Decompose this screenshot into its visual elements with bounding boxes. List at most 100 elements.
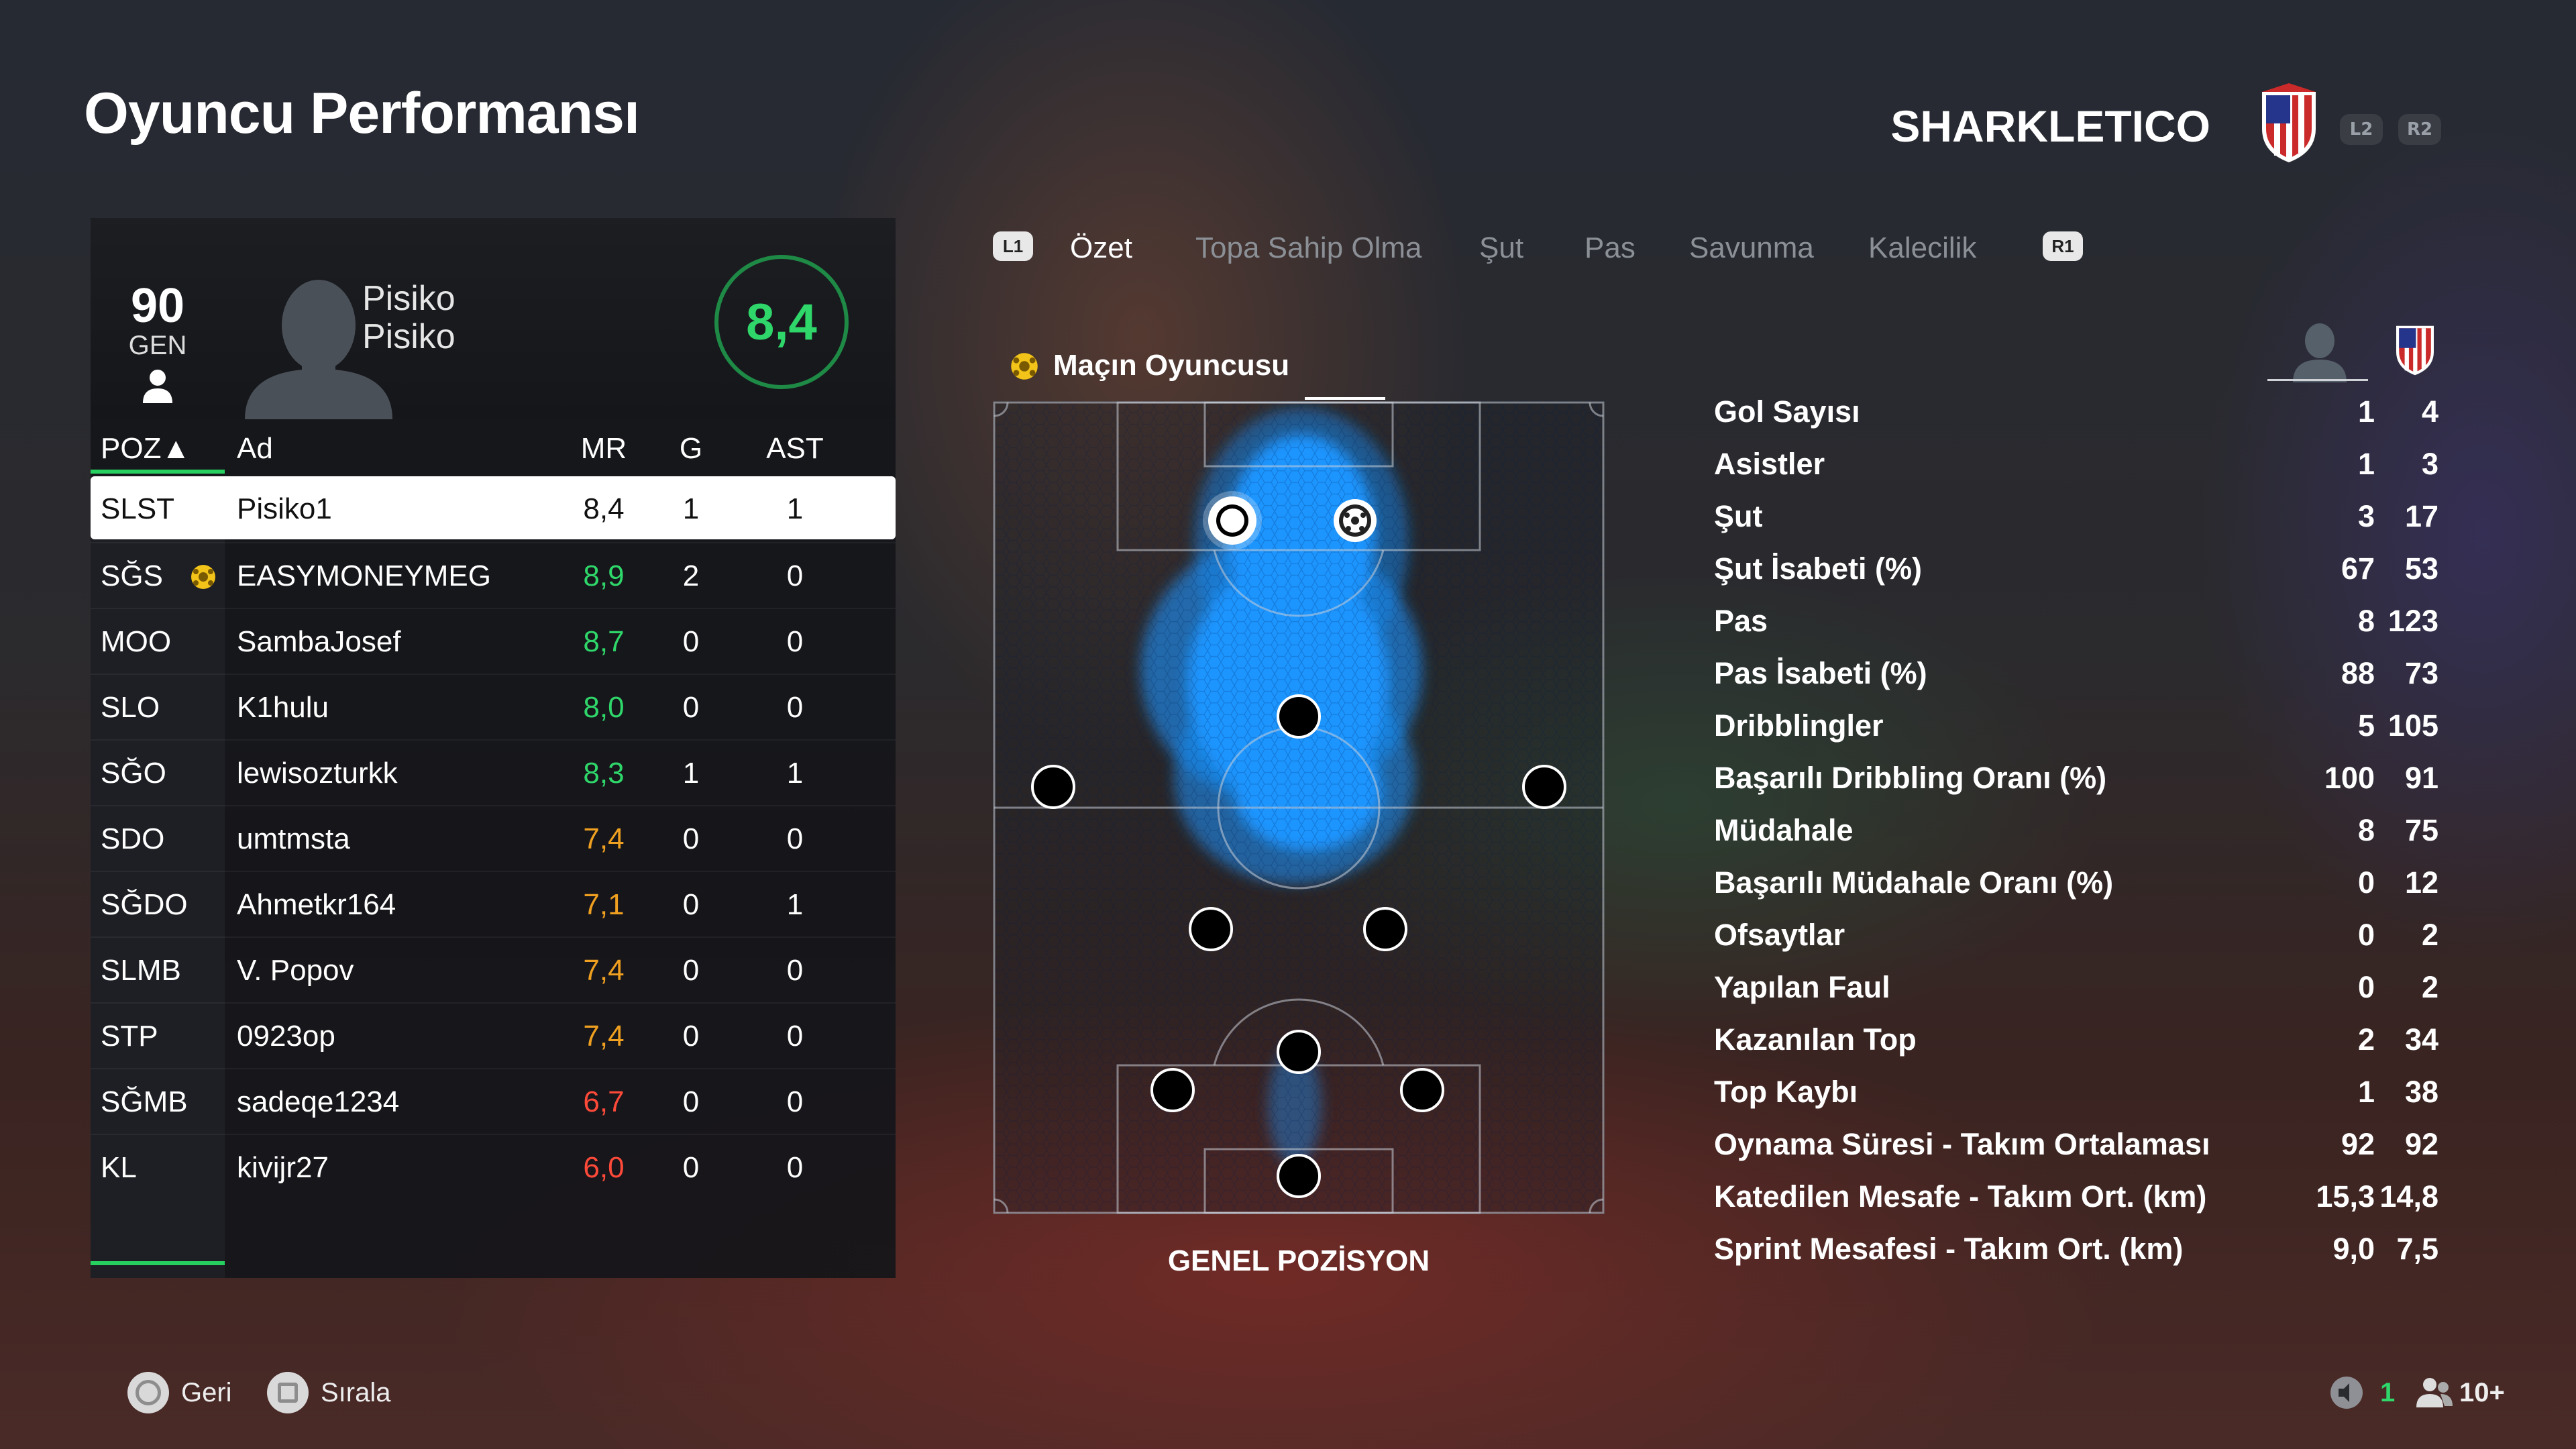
stat-team-value: 7,5: [2396, 1232, 2438, 1266]
sort-button[interactable]: Sırala: [267, 1372, 391, 1413]
stat-team-value: 38: [2404, 1075, 2438, 1109]
assists-cell: 0: [786, 559, 804, 592]
rating-cell: 7,4: [583, 954, 625, 987]
motm-label: Maçın Oyuncusu: [1053, 349, 1290, 382]
table-row[interactable]: KL kivijr27 6,0 0 0: [91, 1134, 896, 1199]
stat-player-value: 0: [2357, 918, 2375, 952]
assists-cell: 0: [786, 1085, 804, 1118]
team-name: SHARKLETICO: [1890, 101, 2210, 151]
table-row[interactable]: MOO SambaJosef 8,7 0 0: [91, 608, 896, 674]
player-table-body: SLST Pisiko1 8,4 1 1 SĞS EASYMONEYMEG 8,9 2 0 MOO S…: [91, 476, 896, 1199]
stat-label: Sprint Mesafesi - Takım Ort. (km): [1714, 1232, 2184, 1266]
table-row[interactable]: SDO umtmsta 7,4 0 0: [91, 805, 896, 871]
stats-header-underline: [2267, 379, 2368, 381]
assists-cell: 1: [786, 757, 804, 790]
position-cell: SĞS: [101, 559, 163, 592]
assists-cell: 1: [786, 888, 804, 921]
table-row[interactable]: SĞO lewisozturkk 8,3 1 1: [91, 739, 896, 805]
stat-team-value: 73: [2404, 656, 2438, 690]
stat-label: Başarılı Dribbling Oranı (%): [1714, 761, 2107, 795]
teammate-marker: [1189, 907, 1233, 951]
tab-1[interactable]: Topa Sahip Olma: [1195, 231, 1422, 265]
assists-cell: 0: [786, 1020, 804, 1053]
table-row[interactable]: SĞS EASYMONEYMEG 8,9 2 0: [91, 542, 896, 608]
player-count-label: 10+: [2459, 1377, 2505, 1407]
column-header-ast[interactable]: AST: [755, 432, 835, 466]
table-row[interactable]: SĞDO Ahmetkr164 7,1 0 1: [91, 871, 896, 936]
goals-cell: 0: [682, 625, 700, 658]
stat-player-value: 0: [2357, 970, 2375, 1004]
rating-cell: 6,0: [583, 1151, 625, 1184]
rating-cell: 7,4: [583, 1020, 625, 1053]
l2-button[interactable]: L2: [2340, 114, 2383, 145]
table-row[interactable]: STP 0923op 7,4 0 0: [91, 1002, 896, 1068]
match-rating-circle: 8,4: [714, 255, 849, 389]
r2-button[interactable]: R2: [2398, 114, 2441, 145]
stat-row: Asistler 1 3: [1714, 440, 2438, 492]
team-crest-icon: [2262, 83, 2316, 162]
tab-0[interactable]: Özet: [1070, 231, 1132, 265]
overall-rating: 90: [130, 279, 185, 333]
stat-team-value: 17: [2404, 499, 2438, 533]
player-count: 10+: [2414, 1374, 2505, 1411]
tab-4[interactable]: Savunma: [1689, 231, 1814, 265]
stat-player-value: 100: [2324, 761, 2375, 795]
person-icon: [143, 370, 172, 403]
stat-player-value: 1: [2357, 394, 2375, 429]
position-cell: SLO: [101, 691, 160, 724]
table-row[interactable]: SLO K1hulu 8,0 0 0: [91, 674, 896, 739]
back-label: Geri: [181, 1377, 232, 1407]
teammate-marker: [1522, 765, 1566, 809]
rating-cell: 8,9: [583, 559, 625, 592]
assists-cell: 0: [786, 822, 804, 855]
stat-row: Yapılan Faul 0 2: [1714, 963, 2438, 1016]
stat-row: Müdahale 8 75: [1714, 806, 2438, 859]
player-card: 90 GEN Pisiko Pisiko 8,4: [91, 218, 896, 419]
teammate-marker: [1277, 1030, 1321, 1074]
people-icon: [2416, 1378, 2453, 1407]
column-header-mr[interactable]: MR: [570, 432, 637, 466]
stat-row: Oynama Süresi - Takım Ortalaması 92 92: [1714, 1120, 2438, 1173]
goals-cell: 1: [682, 757, 700, 790]
assists-cell: 0: [786, 625, 804, 658]
motm-ball-icon: [191, 565, 215, 589]
stat-label: Ofsaytlar: [1714, 918, 1845, 952]
table-row[interactable]: SLST Pisiko1 8,4 1 1: [91, 476, 896, 539]
stat-label: Dribblingler: [1714, 708, 1884, 743]
page-title: Oyuncu Performansı: [84, 81, 640, 146]
name-cell: 0923op: [237, 1020, 335, 1053]
teammate-marker: [1277, 1154, 1321, 1198]
name-cell: umtmsta: [237, 822, 350, 855]
stat-player-value: 2: [2357, 1022, 2375, 1057]
speaker-icon: [2330, 1377, 2363, 1409]
rating-cell: 8,0: [583, 691, 625, 724]
stat-label: Katedilen Mesafe - Takım Ort. (km): [1714, 1179, 2207, 1214]
column-header-g[interactable]: G: [664, 432, 718, 466]
tab-3[interactable]: Pas: [1585, 231, 1635, 265]
back-button[interactable]: Geri: [127, 1372, 232, 1413]
teammate-marker: [1400, 1068, 1444, 1112]
stat-player-value: 3: [2357, 499, 2375, 533]
stat-label: Pas İsabeti (%): [1714, 656, 1927, 690]
r1-button[interactable]: R1: [2043, 231, 2083, 261]
tab-5[interactable]: Kalecilik: [1868, 231, 1976, 265]
assists-cell: 0: [786, 1151, 804, 1184]
l1-button[interactable]: L1: [993, 231, 1033, 261]
stat-player-value: 88: [2341, 656, 2375, 690]
player-head-icon: [2293, 323, 2347, 382]
column-header-pos[interactable]: POZ▲: [101, 432, 191, 466]
voice-status: 1: [2328, 1374, 2395, 1411]
scroll-indicator: [91, 1261, 225, 1265]
table-row[interactable]: SLMB V. Popov 7,4 0 0: [91, 936, 896, 1002]
column-header-name[interactable]: Ad: [237, 432, 273, 466]
name-cell: lewisozturkk: [237, 757, 398, 790]
name-cell: EASYMONEYMEG: [237, 559, 491, 592]
tab-2[interactable]: Şut: [1479, 231, 1523, 265]
stat-team-value: 75: [2404, 813, 2438, 847]
goals-cell: 1: [682, 492, 700, 525]
name-cell: SambaJosef: [237, 625, 401, 658]
square-button-icon: [267, 1372, 309, 1413]
team-crest-small-icon: [2396, 325, 2434, 376]
name-cell: Ahmetkr164: [237, 888, 396, 921]
table-row[interactable]: SĞMB sadeqe1234 6,7 0 0: [91, 1068, 896, 1134]
